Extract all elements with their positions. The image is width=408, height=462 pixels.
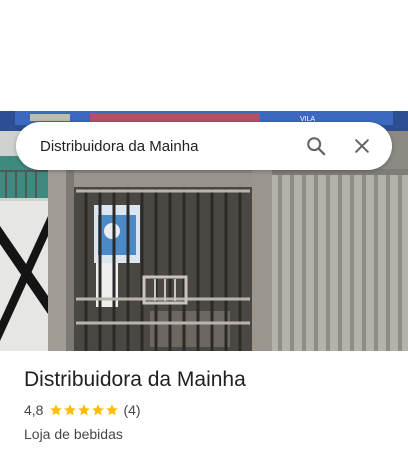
search-icon [307, 137, 326, 156]
star-icon [106, 404, 119, 416]
search-input[interactable] [40, 137, 296, 155]
search-bar[interactable] [16, 122, 392, 170]
search-button[interactable] [296, 126, 336, 166]
place-title: Distribuidora da Mainha [24, 368, 246, 391]
place-info-panel: Distribuidora da Mainha 4,8 (4) Loja de … [24, 364, 394, 444]
star-icon [50, 404, 63, 416]
star-icon [78, 404, 91, 416]
rating-row[interactable]: 4,8 (4) [24, 400, 394, 420]
star-icon [92, 404, 105, 416]
map-blank-area [0, 0, 408, 111]
review-count[interactable]: (4) [123, 402, 140, 418]
place-category[interactable]: Loja de bebidas [24, 424, 394, 444]
close-icon [355, 139, 369, 153]
rating-stars [49, 403, 119, 417]
close-button[interactable] [342, 126, 382, 166]
star-icon [64, 404, 77, 416]
rating-value: 4,8 [24, 402, 44, 418]
